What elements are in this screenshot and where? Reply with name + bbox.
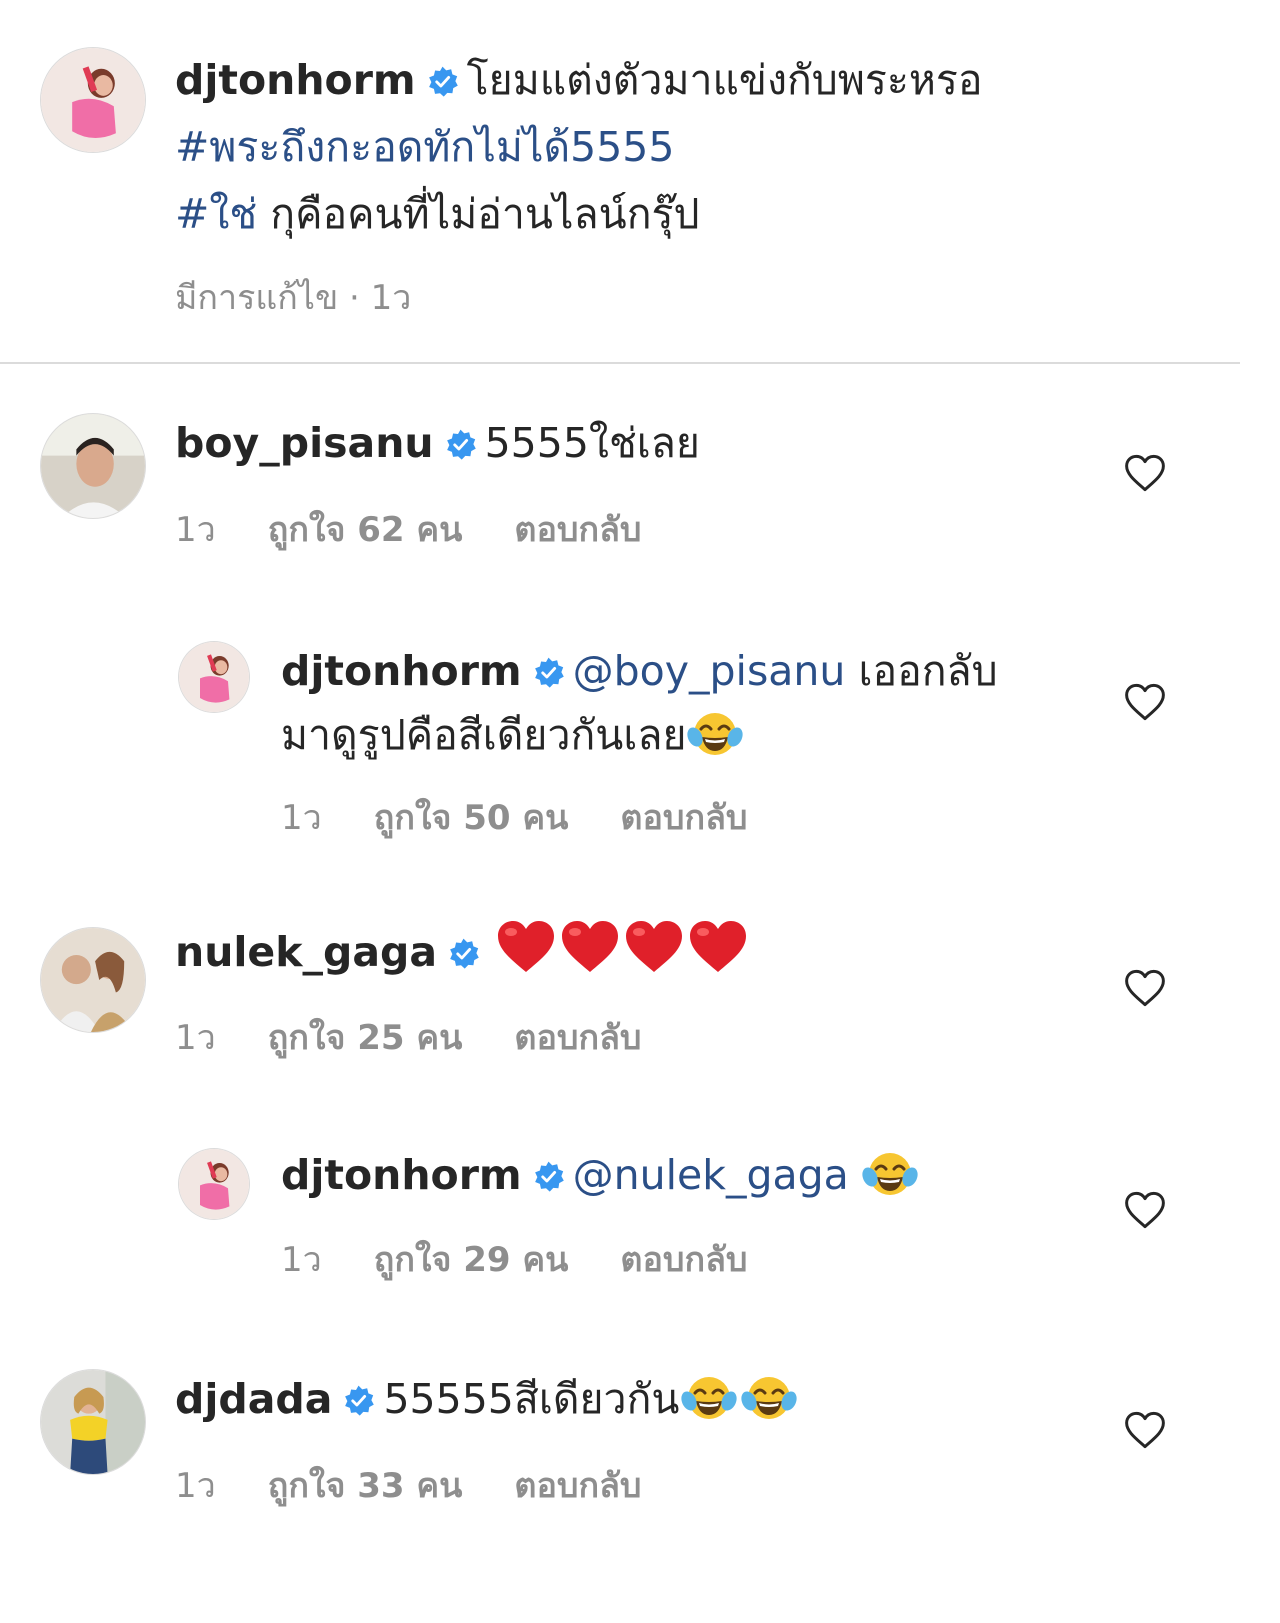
red-heart-icon — [558, 918, 622, 974]
verified-badge-icon — [532, 656, 565, 689]
caption-line-3: #ใช่ กุคือคนที่ไม่อ่านไลน์กรุ๊ป — [175, 181, 700, 248]
hashtag-link[interactable]: #พระถึงกะอดทักไม่ได้5555 — [175, 114, 674, 181]
comment-line: nulek_gaga — [175, 918, 750, 986]
avatar[interactable] — [41, 928, 145, 1032]
username[interactable]: djtonhorm — [175, 56, 416, 104]
comment-text: มาดูรูปคือสีเดียวกันเลย — [281, 711, 687, 759]
username[interactable]: djtonhorm — [281, 647, 522, 695]
emoji-group — [494, 921, 750, 976]
heart-outline-icon[interactable] — [1124, 682, 1166, 722]
comment-line: boy_pisanu 5555ใช่เลย — [175, 410, 700, 477]
comment-time: 1ว — [175, 510, 216, 550]
comment-meta: 1ว ถูกใจ 25 คน ตอบกลับ — [175, 1010, 694, 1064]
reply-button[interactable]: ตอบกลับ — [514, 1466, 641, 1506]
avatar[interactable] — [179, 1149, 249, 1219]
comment-time: 1ว — [175, 1018, 216, 1058]
comment-time: 1ว — [175, 1466, 216, 1506]
verified-badge-icon — [532, 1160, 565, 1193]
reply-button[interactable]: ตอบกลับ — [514, 1018, 641, 1058]
avatar[interactable] — [41, 1370, 145, 1474]
comment-meta: 1ว ถูกใจ 33 คน ตอบกลับ — [175, 1458, 694, 1512]
likes-count[interactable]: ถูกใจ 62 คน — [268, 510, 463, 550]
username[interactable]: djtonhorm — [281, 1151, 522, 1199]
mention-link[interactable]: @nulek_gaga — [573, 1151, 849, 1199]
comment-meta: 1ว ถูกใจ 62 คน ตอบกลับ — [175, 502, 694, 556]
red-heart-icon — [622, 918, 686, 974]
face-with-tears-of-joy-icon — [862, 1149, 918, 1197]
username[interactable]: djdada — [175, 1375, 332, 1423]
heart-outline-icon[interactable] — [1124, 1410, 1166, 1450]
face-with-tears-of-joy-icon — [739, 1373, 799, 1421]
likes-count[interactable]: ถูกใจ 25 คน — [268, 1018, 463, 1058]
caption-meta: มีการแก้ไข · 1ว — [175, 278, 412, 318]
mention-link[interactable]: @boy_pisanu — [573, 647, 846, 695]
face-with-tears-of-joy-icon — [679, 1373, 739, 1421]
caption-text: กุคือคนที่ไม่อ่านไลน์กรุ๊ป — [270, 190, 700, 238]
reply-button[interactable]: ตอบกลับ — [620, 1240, 747, 1280]
red-heart-icon — [686, 918, 750, 974]
likes-count[interactable]: ถูกใจ 50 คน — [374, 798, 569, 838]
red-heart-icon — [494, 918, 558, 974]
verified-badge-icon — [342, 1384, 375, 1417]
avatar[interactable] — [41, 414, 145, 518]
caption-line-1: djtonhorm โยมแต่งตัวมาแข่งกับพระหรอ — [175, 47, 983, 114]
comment-line: djtonhorm @boy_pisanu เออกลับ — [281, 638, 998, 705]
caption-text: โยมแต่งตัวมาแข่งกับพระหรอ — [466, 56, 983, 104]
heart-outline-icon[interactable] — [1124, 968, 1166, 1008]
verified-badge-icon — [426, 65, 459, 98]
comment-time: 1ว — [281, 798, 322, 838]
comment-text: เออกลับ — [858, 647, 998, 695]
verified-badge-icon — [444, 428, 477, 461]
comment-line: djtonhorm @nulek_gaga — [281, 1142, 918, 1209]
reply-button[interactable]: ตอบกลับ — [514, 510, 641, 550]
verified-badge-icon — [447, 937, 480, 970]
comment-line: djdada 55555สีเดียวกัน — [175, 1366, 799, 1433]
heart-outline-icon[interactable] — [1124, 1190, 1166, 1230]
comment-text: 55555สีเดียวกัน — [383, 1375, 680, 1423]
likes-count[interactable]: ถูกใจ 33 คน — [268, 1466, 463, 1506]
avatar[interactable] — [179, 642, 249, 712]
avatar[interactable] — [41, 48, 145, 152]
divider — [0, 362, 1240, 364]
username[interactable]: boy_pisanu — [175, 419, 434, 467]
likes-count[interactable]: ถูกใจ 29 คน — [374, 1240, 569, 1280]
face-with-tears-of-joy-icon — [686, 709, 743, 757]
comment-time: 1ว — [281, 1240, 322, 1280]
comment-meta: 1ว ถูกใจ 50 คน ตอบกลับ — [281, 790, 800, 844]
comment-text: 5555ใช่เลย — [484, 419, 700, 467]
username[interactable]: nulek_gaga — [175, 928, 437, 976]
comment-line: มาดูรูปคือสีเดียวกันเลย — [281, 702, 743, 769]
heart-outline-icon[interactable] — [1124, 453, 1166, 493]
reply-button[interactable]: ตอบกลับ — [620, 798, 747, 838]
comment-meta: 1ว ถูกใจ 29 คน ตอบกลับ — [281, 1232, 800, 1286]
hashtag-link[interactable]: #ใช่ — [175, 190, 257, 238]
